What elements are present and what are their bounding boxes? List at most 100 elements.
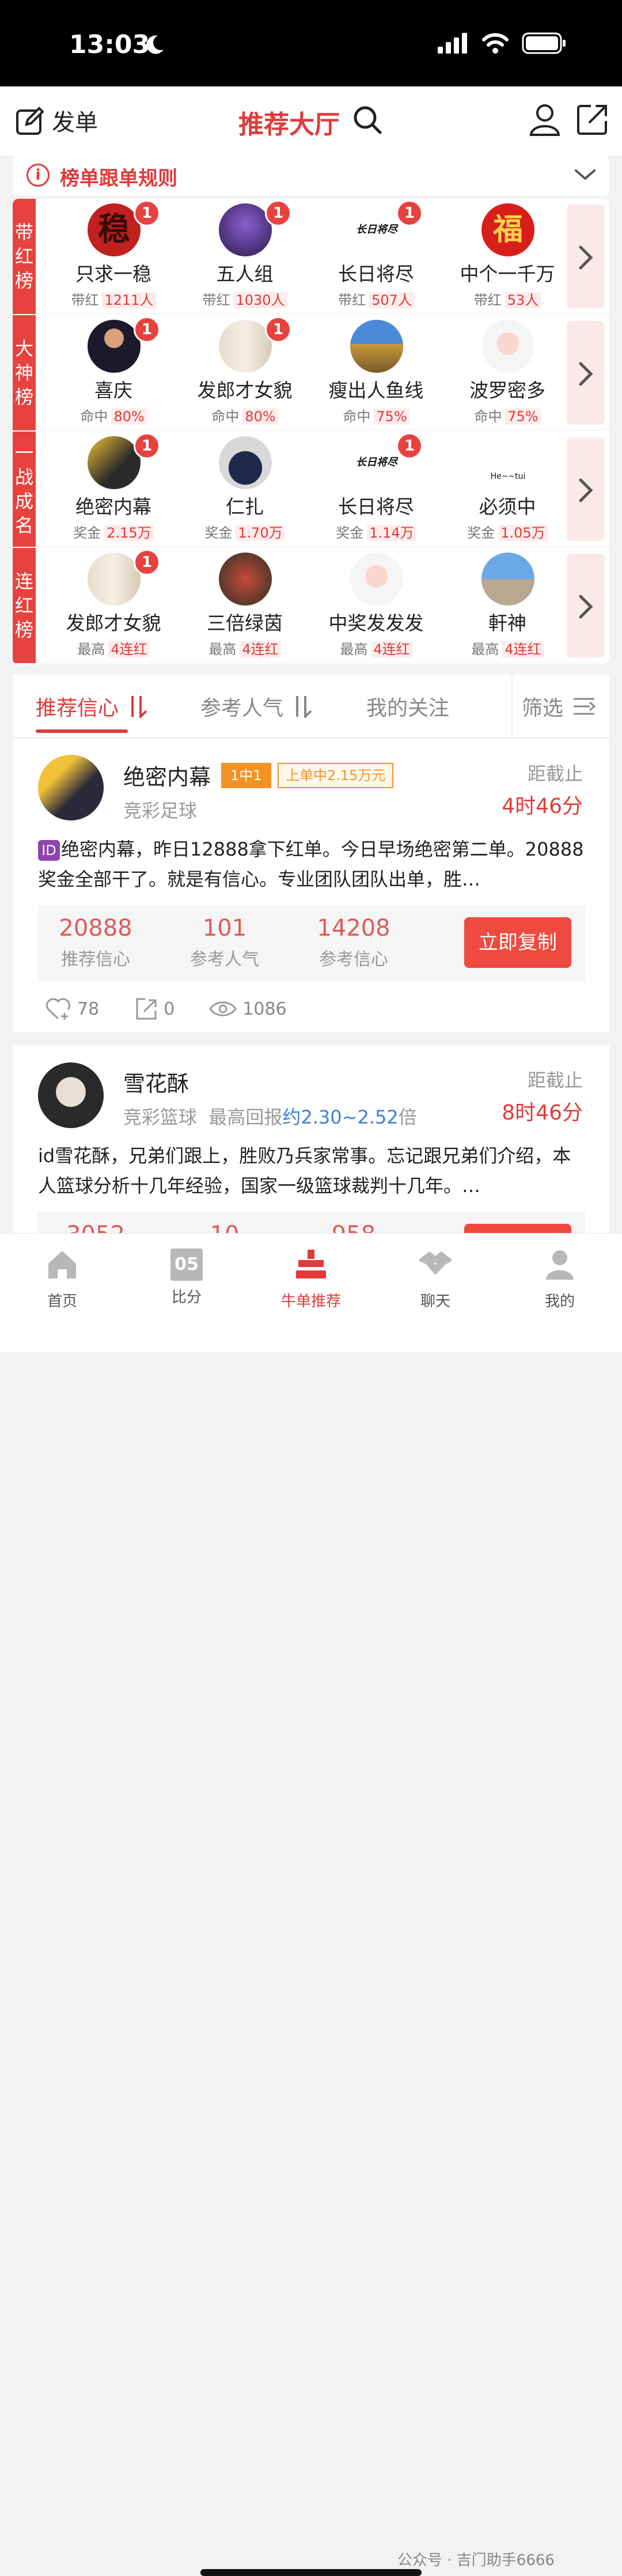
- item-stat: 最高 4连红: [47, 638, 180, 658]
- like-count: 78: [77, 998, 100, 1019]
- board-row-label: 连红榜: [13, 548, 36, 663]
- recommendation-card[interactable]: 雪花酥 竞彩篮球 最高回报约2.30~2.52倍 距截止 8时46分 id雪花酥…: [13, 1045, 609, 1288]
- item-stat: 带红 1030人: [179, 289, 311, 309]
- chat-icon: [418, 1251, 453, 1275]
- item-name: 三倍绿茵: [207, 612, 283, 634]
- board-row: 一战成名 1 绝密内幕 奖金 2.15万 仁扎 奖金 1.70万 长日将尽 1 长日…: [13, 432, 609, 547]
- sort-icon: [131, 696, 147, 718]
- user-icon[interactable]: [529, 103, 561, 137]
- like-button[interactable]: 78: [45, 997, 99, 1021]
- tabbar-score[interactable]: 05 比分: [146, 1249, 227, 1307]
- item-name: 发郎才女貌: [66, 612, 161, 634]
- new-badge: 1: [396, 433, 423, 459]
- share-count: 0: [164, 998, 175, 1019]
- item-stat: 最高 4连红: [179, 638, 311, 658]
- tab-following[interactable]: 我的关注: [366, 691, 449, 721]
- item-stat: 带红 1211人: [47, 289, 180, 309]
- tabbar-chat[interactable]: 聊天: [395, 1249, 476, 1311]
- edit-icon: [16, 107, 44, 135]
- status-bar: 13:03: [0, 0, 622, 86]
- avatar: [350, 320, 403, 373]
- deadline-time: 8时46分: [502, 1101, 583, 1125]
- board-item[interactable]: 瘦出人鱼线 命中 75%: [310, 315, 442, 430]
- id-icon: ID: [38, 840, 60, 861]
- row-more-button[interactable]: [567, 205, 605, 308]
- chevron-down-icon: [575, 169, 596, 180]
- board-item[interactable]: 长日将尽 1 长日将尽 带红 507人: [310, 199, 442, 314]
- copy-now-button[interactable]: 立即复制: [464, 917, 571, 968]
- board-item[interactable]: 1 发郎才女貌 最高 4连红: [47, 548, 180, 663]
- item-stat: 命中 75%: [441, 405, 574, 425]
- share-icon[interactable]: [576, 103, 609, 136]
- chevron-right-icon: [579, 362, 593, 386]
- avatar: [219, 320, 272, 373]
- rules-bar[interactable]: i 榜单跟单规则: [13, 156, 609, 196]
- stat: 101 参考人气: [190, 915, 259, 970]
- item-name: 五人组: [216, 263, 274, 285]
- leaderboard: 带红榜 稳 1 只求一稳 带红 1211人 1 五人组 带红 1030人 长日将尽 …: [13, 199, 609, 664]
- item-stat: 奖金 1.70万: [179, 521, 311, 542]
- tab-recommend[interactable]: 推荐信心: [36, 691, 147, 721]
- avatar: [38, 1062, 104, 1128]
- profile-icon: [546, 1250, 574, 1280]
- avatar: [88, 436, 141, 489]
- board-item[interactable]: 1 喜庆 命中 80%: [47, 315, 180, 430]
- search-icon[interactable]: [351, 104, 384, 136]
- board-row-label: 带红榜: [13, 199, 36, 314]
- item-name: 长日将尽: [338, 495, 414, 518]
- board-item[interactable]: He~~tui 必须中 奖金 1.05万: [441, 432, 574, 547]
- board-item[interactable]: 福 中个一千万 带红 53人: [441, 199, 574, 314]
- board-item[interactable]: 1 发郎才女貌 命中 80%: [179, 315, 311, 430]
- board-label-char: 红: [14, 595, 33, 616]
- views: 1086: [209, 998, 287, 1019]
- share-button[interactable]: 0: [134, 997, 175, 1021]
- board-label-char: 榜: [14, 386, 33, 408]
- home-indicator[interactable]: [200, 2569, 422, 2576]
- avatar: 长日将尽: [350, 203, 403, 256]
- item-name: 绝密内幕: [75, 495, 151, 518]
- post-order-button[interactable]: 发单: [15, 104, 98, 137]
- tabbar-label: 聊天: [420, 1293, 450, 1310]
- board-item[interactable]: 长日将尽 1 长日将尽 奖金 1.14万: [310, 432, 442, 547]
- sort-icon: [296, 696, 312, 718]
- view-count: 1086: [242, 998, 287, 1019]
- avatar: [481, 553, 534, 606]
- item-stat: 最高 4连红: [441, 638, 574, 658]
- item-stat: 最高 4连红: [310, 638, 442, 658]
- avatar: 福: [481, 203, 534, 256]
- tabbar-home[interactable]: 首页: [22, 1249, 103, 1311]
- recommendation-card[interactable]: 绝密内幕 1中1 上单中2.15万元 竞彩足球 距截止 4时46分 ID 绝密内幕…: [13, 739, 609, 1032]
- board-item[interactable]: 稳 1 只求一稳 带红 1211人: [47, 199, 180, 314]
- item-name: 瘦出人鱼线: [328, 379, 424, 402]
- row-more-button[interactable]: [567, 554, 605, 657]
- chevron-right-icon: [579, 245, 593, 270]
- tabbar-profile[interactable]: 我的: [519, 1249, 600, 1311]
- item-name: 必须中: [479, 495, 536, 518]
- item-stat: 带红 53人: [441, 289, 574, 309]
- tab-popularity[interactable]: 参考人气: [200, 691, 312, 721]
- board-item[interactable]: 1 五人组 带红 1030人: [179, 199, 311, 314]
- stat: 14208 参考信心: [317, 915, 390, 970]
- board-item[interactable]: 中奖发发发 最高 4连红: [310, 548, 442, 663]
- board-label-char: 连: [14, 570, 33, 592]
- filter-button[interactable]: 筛选: [522, 691, 596, 721]
- info-icon: i: [26, 164, 50, 187]
- row-more-button[interactable]: [567, 321, 605, 425]
- recommend-tabs: 推荐信心 参考人气 我的关注 筛选: [13, 674, 609, 737]
- avatar: He~~tui: [481, 436, 534, 489]
- board-item[interactable]: 波罗密多 命中 75%: [441, 315, 574, 430]
- new-badge: 1: [265, 316, 291, 343]
- page-title: 推荐大厅: [238, 110, 340, 139]
- row-more-button[interactable]: [567, 437, 605, 541]
- status-icons: [438, 32, 567, 54]
- board-item[interactable]: 軒神 最高 4连红: [441, 548, 574, 663]
- board-item[interactable]: 仁扎 奖金 1.70万: [179, 432, 311, 547]
- board-item[interactable]: 三倍绿茵 最高 4连红: [179, 548, 311, 663]
- avatar: 长日将尽: [350, 436, 403, 489]
- card-text: id雪花酥，兄弟们跟上，胜败乃兵家常事。忘记跟兄弟们介绍，本人篮球分析十几年经验…: [38, 1145, 571, 1197]
- board-item[interactable]: 1 绝密内幕 奖金 2.15万: [47, 432, 180, 547]
- item-stat: 奖金 1.05万: [441, 521, 574, 542]
- tabbar-recommend[interactable]: 牛单推荐: [271, 1249, 351, 1311]
- item-stat: 奖金 2.15万: [47, 521, 180, 542]
- divider: [511, 674, 513, 737]
